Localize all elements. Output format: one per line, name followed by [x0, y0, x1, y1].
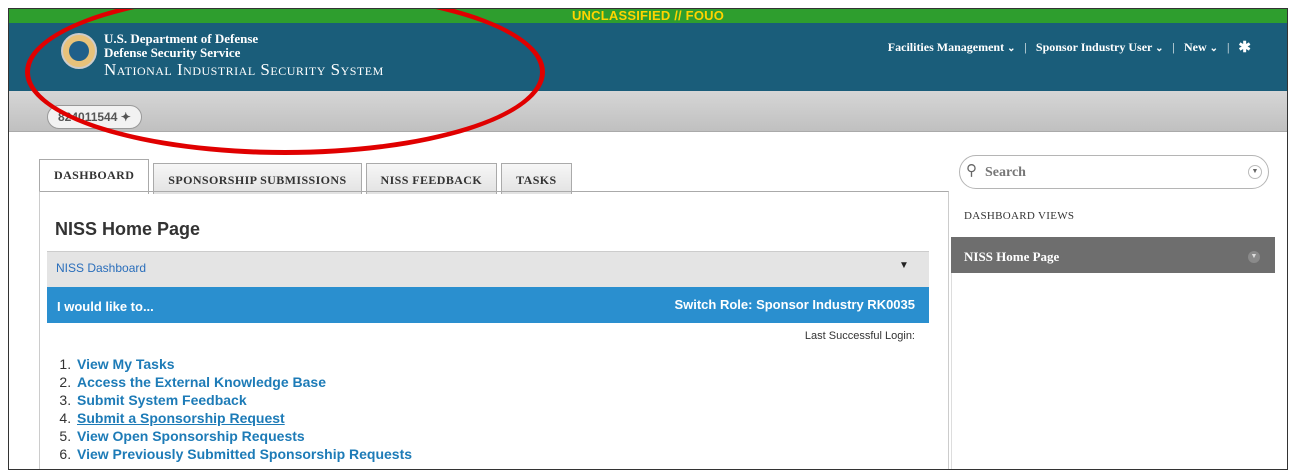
tab-sponsorship-submissions[interactable]: SPONSORSHIP SUBMISSIONS [153, 163, 362, 194]
sidebar-panel [951, 273, 1276, 469]
view-submitted-requests-link[interactable]: View Previously Submitted Sponsorship Re… [77, 446, 412, 462]
dod-seal-logo [61, 33, 97, 69]
dashboard-view-label[interactable]: NISS Home Page [964, 249, 1059, 265]
search-icon: ⚲ [966, 162, 977, 179]
view-open-requests-link[interactable]: View Open Sponsorship Requests [77, 428, 305, 444]
submit-feedback-link[interactable]: Submit System Feedback [77, 392, 247, 408]
chevron-down-icon: ⌄ [1007, 43, 1016, 54]
dashboard-views-heading: DASHBOARD VIEWS [964, 210, 1075, 222]
submit-sponsorship-link[interactable]: Submit a Sponsorship Request [77, 410, 285, 426]
list-item: Submit System Feedback [75, 391, 412, 409]
chevron-down-icon[interactable]: ▼ [1248, 251, 1260, 263]
gear-icon[interactable]: ✱ [1238, 38, 1251, 57]
pin-icon: ✦ [120, 110, 131, 124]
search-placeholder[interactable]: Search [985, 165, 1026, 181]
list-item: Submit a Sponsorship Request [75, 409, 412, 427]
list-item: View Open Sponsorship Requests [75, 427, 412, 445]
user-menu[interactable]: Sponsor Industry User ⌄ [1036, 40, 1164, 55]
tab-dashboard[interactable]: DASHBOARD [39, 159, 150, 194]
nav-divider: | [1024, 40, 1027, 54]
nav-divider: | [1227, 40, 1230, 54]
view-my-tasks-link[interactable]: View My Tasks [77, 356, 175, 372]
list-item: View Previously Submitted Sponsorship Re… [75, 445, 412, 463]
chevron-down-icon: ⌄ [1209, 43, 1219, 54]
switch-role-link[interactable]: Switch Role: Sponsor Industry RK0035 [674, 297, 915, 312]
nav-divider: | [1172, 40, 1175, 54]
facilities-management-menu[interactable]: Facilities Management ⌄ [888, 40, 1016, 55]
caret-down-icon[interactable]: ▼ [899, 260, 909, 271]
classification-banner: UNCLASSIFIED // FOUO [571, 8, 725, 23]
pinned-record-pill[interactable]: 824011544 ✦ [47, 105, 142, 129]
knowledge-base-link[interactable]: Access the External Knowledge Base [77, 374, 326, 390]
last-login-label: Last Successful Login: [804, 330, 915, 342]
actions-panel-title: I would like to... [57, 299, 154, 314]
chevron-down-icon[interactable]: ▼ [1248, 165, 1262, 179]
app-window: UNCLASSIFIED // FOUO U.S. Department of … [8, 8, 1288, 470]
chevron-down-icon: ⌄ [1155, 43, 1164, 54]
actions-list: View My Tasks Access the External Knowle… [57, 355, 412, 463]
list-item: View My Tasks [75, 355, 412, 373]
pinned-items-bar [9, 91, 1287, 132]
tab-bar: DASHBOARD SPONSORSHIP SUBMISSIONS NISS F… [39, 159, 576, 194]
top-nav: Facilities Management ⌄ | Sponsor Indust… [888, 38, 1251, 57]
dashboard-select-value[interactable]: NISS Dashboard [56, 261, 146, 275]
page-title: NISS Home Page [55, 219, 201, 239]
list-item: Access the External Knowledge Base [75, 373, 412, 391]
new-menu[interactable]: New ⌄ [1184, 40, 1218, 55]
tab-niss-feedback[interactable]: NISS FEEDBACK [365, 163, 498, 194]
brand-agency: Defense Security Service [104, 45, 241, 60]
brand-system-name[interactable]: National Industrial Security System [104, 60, 384, 80]
dashboard-select[interactable] [47, 251, 929, 288]
tab-tasks[interactable]: TASKS [501, 163, 572, 194]
